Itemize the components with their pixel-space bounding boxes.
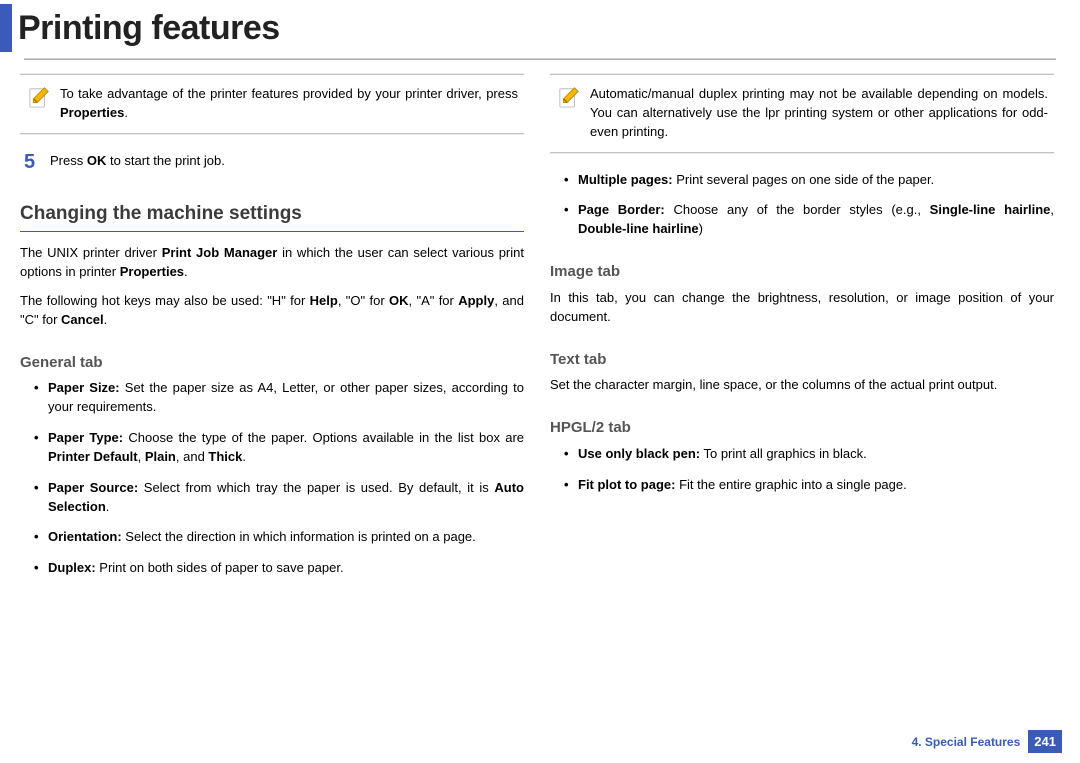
- heading-rule: [20, 231, 524, 232]
- step-text: Press OK to start the print job.: [50, 152, 225, 172]
- heading-general-tab: General tab: [20, 352, 524, 374]
- header-accent-stripe: [0, 4, 12, 52]
- heading-image-tab: Image tab: [550, 261, 1054, 283]
- top-bullet-list: Multiple pages: Print several pages on o…: [550, 171, 1054, 240]
- general-tab-list: Paper Size: Set the paper size as A4, Le…: [20, 379, 524, 578]
- paragraph: The following hot keys may also be used:…: [20, 292, 524, 330]
- pencil-note-icon: [28, 85, 50, 123]
- page-footer: 4. Special Features 241: [912, 730, 1062, 753]
- paragraph: The UNIX printer driver Print Job Manage…: [20, 244, 524, 282]
- list-item: Paper Size: Set the paper size as A4, Le…: [34, 379, 524, 417]
- list-item: Page Border: Choose any of the border st…: [564, 201, 1054, 239]
- content-columns: To take advantage of the printer feature…: [0, 60, 1080, 590]
- pencil-note-icon: [558, 85, 580, 142]
- page-number: 241: [1028, 730, 1062, 753]
- list-item: Fit plot to page: Fit the entire graphic…: [564, 476, 1054, 495]
- paragraph: In this tab, you can change the brightne…: [550, 289, 1054, 327]
- list-item: Orientation: Select the direction in whi…: [34, 528, 524, 547]
- note-box-left: To take advantage of the printer feature…: [20, 74, 524, 134]
- list-item: Multiple pages: Print several pages on o…: [564, 171, 1054, 190]
- list-item: Paper Type: Choose the type of the paper…: [34, 429, 524, 467]
- list-item: Duplex: Print on both sides of paper to …: [34, 559, 524, 578]
- left-column: To take advantage of the printer feature…: [20, 74, 524, 590]
- heading-text-tab: Text tab: [550, 349, 1054, 371]
- hpgl-list: Use only black pen: To print all graphic…: [550, 445, 1054, 495]
- heading-hpgl2-tab: HPGL/2 tab: [550, 417, 1054, 439]
- note-text: Automatic/manual duplex printing may not…: [590, 85, 1048, 142]
- paragraph: Set the character margin, line space, or…: [550, 376, 1054, 395]
- heading-changing-settings: Changing the machine settings: [20, 200, 524, 228]
- page-title: Printing features: [18, 9, 280, 48]
- step-number: 5: [24, 152, 36, 172]
- note-text: To take advantage of the printer feature…: [60, 85, 518, 123]
- note-box-right: Automatic/manual duplex printing may not…: [550, 74, 1054, 153]
- footer-section-label: 4. Special Features: [912, 735, 1021, 749]
- list-item: Paper Source: Select from which tray the…: [34, 479, 524, 517]
- step-5: 5 Press OK to start the print job.: [20, 152, 524, 172]
- page-header: Printing features: [0, 0, 1080, 52]
- list-item: Use only black pen: To print all graphic…: [564, 445, 1054, 464]
- right-column: Automatic/manual duplex printing may not…: [550, 74, 1054, 590]
